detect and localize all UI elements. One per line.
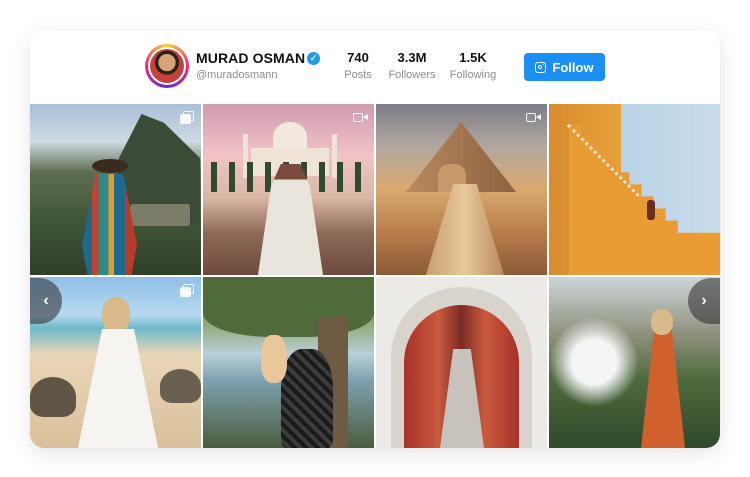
verified-check-icon: ✓ [307, 52, 320, 65]
stat-followers: 3.3M Followers [382, 50, 442, 81]
stat-label: Followers [388, 69, 436, 81]
stat-label: Posts [344, 69, 372, 81]
post-tile-pyramid-giza[interactable] [376, 104, 547, 275]
ruins-shape [130, 204, 190, 226]
instagram-icon [535, 61, 547, 73]
waterfall-mist-shape [549, 317, 639, 407]
instagram-feed-card: MURAD OSMAN ✓ @muradosmann 740 Posts 3.3… [30, 30, 720, 448]
stat-posts: 740 Posts [328, 50, 388, 81]
profile-header: MURAD OSMAN ✓ @muradosmann 740 Posts 3.3… [30, 30, 720, 104]
profile-handle[interactable]: @muradosmann [196, 69, 277, 81]
avatar-ring-gap [148, 47, 186, 85]
post-tile-machu-picchu[interactable] [30, 104, 201, 275]
stat-value: 1.5K [459, 50, 487, 65]
avatar-photo [150, 49, 184, 83]
person-shape [281, 349, 333, 448]
stat-following: 1.5K Following [443, 50, 503, 81]
video-icon [526, 111, 541, 123]
post-grid [30, 104, 720, 448]
video-icon [353, 111, 368, 123]
stat-value: 3.3M [397, 50, 427, 65]
tree-canopy-shape [203, 277, 374, 337]
person-hair-shape [651, 309, 673, 335]
tortoise-left-shape [30, 377, 76, 417]
person-shape [647, 200, 655, 220]
person-hair-shape [102, 297, 130, 333]
post-tile-taj-mahal[interactable] [203, 104, 374, 275]
stat-label: Following [449, 69, 497, 81]
avatar[interactable] [145, 44, 189, 88]
stat-value: 740 [347, 50, 369, 65]
post-tile-tree[interactable] [203, 277, 374, 448]
follow-button[interactable]: Follow [524, 53, 605, 81]
follow-button-label: Follow [552, 59, 594, 75]
tortoise-right-shape [160, 369, 201, 403]
post-tile-archway[interactable] [376, 277, 547, 448]
profile-name[interactable]: MURAD OSMAN [196, 50, 305, 66]
post-tile-ochre-wall[interactable] [549, 104, 720, 275]
child-shape [261, 335, 287, 383]
multiple-images-icon [180, 111, 194, 124]
person-hat-shape [92, 159, 128, 173]
multiple-images-icon [180, 284, 194, 297]
